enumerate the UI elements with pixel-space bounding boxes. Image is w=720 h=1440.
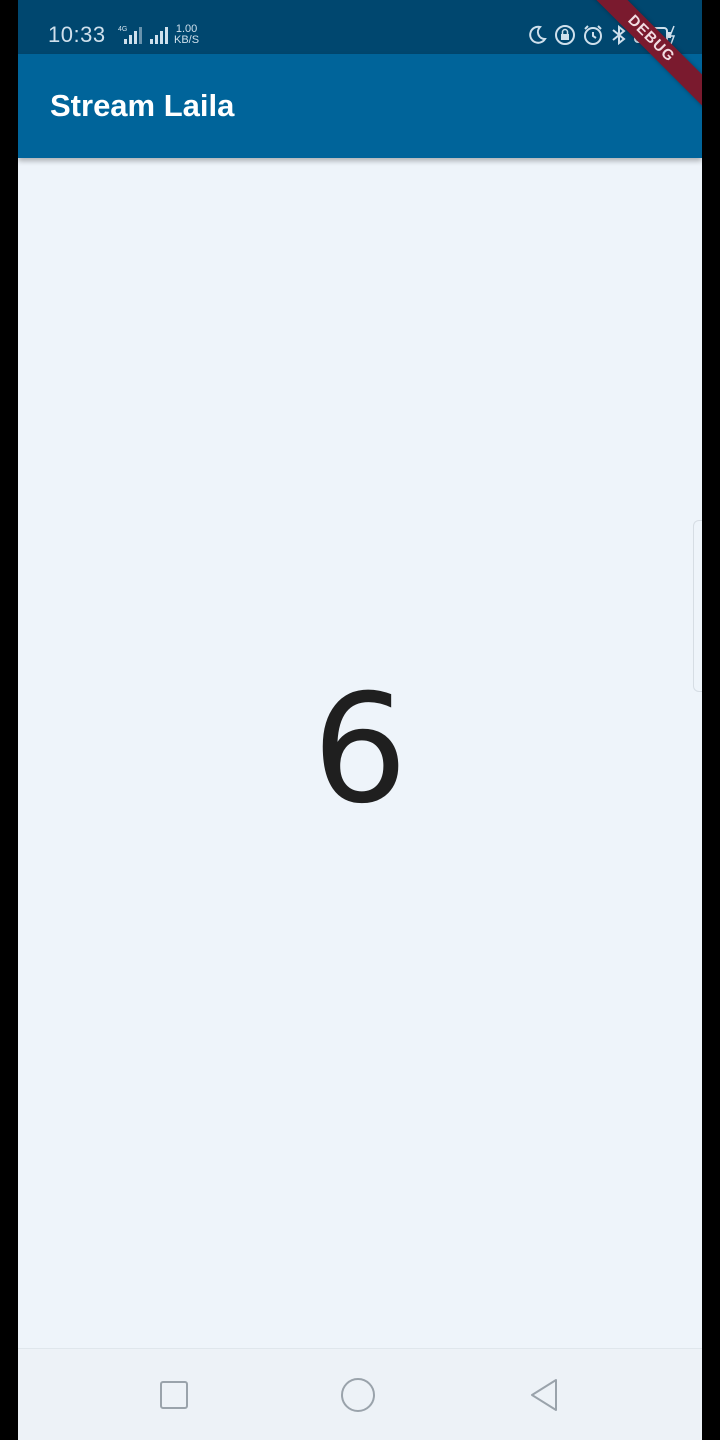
edge-panel-handle[interactable] [693,520,702,692]
vpn-lock-icon [554,24,576,46]
network-speed-unit: KB/S [174,34,200,46]
app-bar: Stream Laila [18,54,702,158]
stream-counter-value: 6 [312,663,408,837]
alarm-icon [582,24,604,46]
signal-sim1-icon [124,24,142,44]
page-title: Stream Laila [50,88,235,123]
status-bar: 10:33 4G 1.00 KB/S [18,0,702,54]
recents-button[interactable] [156,1377,192,1413]
status-time: 10:33 [48,22,106,47]
network-speed: 1.00 KB/S [174,24,199,46]
right-letterbox [702,0,720,1440]
home-button[interactable] [340,1377,376,1413]
left-letterbox [0,0,18,1440]
square-icon [160,1381,188,1409]
system-nav-bar [18,1348,702,1440]
back-button[interactable] [526,1377,562,1413]
signal-sim2-icon [150,24,168,44]
app-screen: 10:33 4G 1.00 KB/S Stream Laila DEBUG 6 [18,0,702,1440]
circle-icon [341,1378,375,1412]
moon-icon [526,24,548,46]
back-triangle-icon [531,1379,557,1411]
